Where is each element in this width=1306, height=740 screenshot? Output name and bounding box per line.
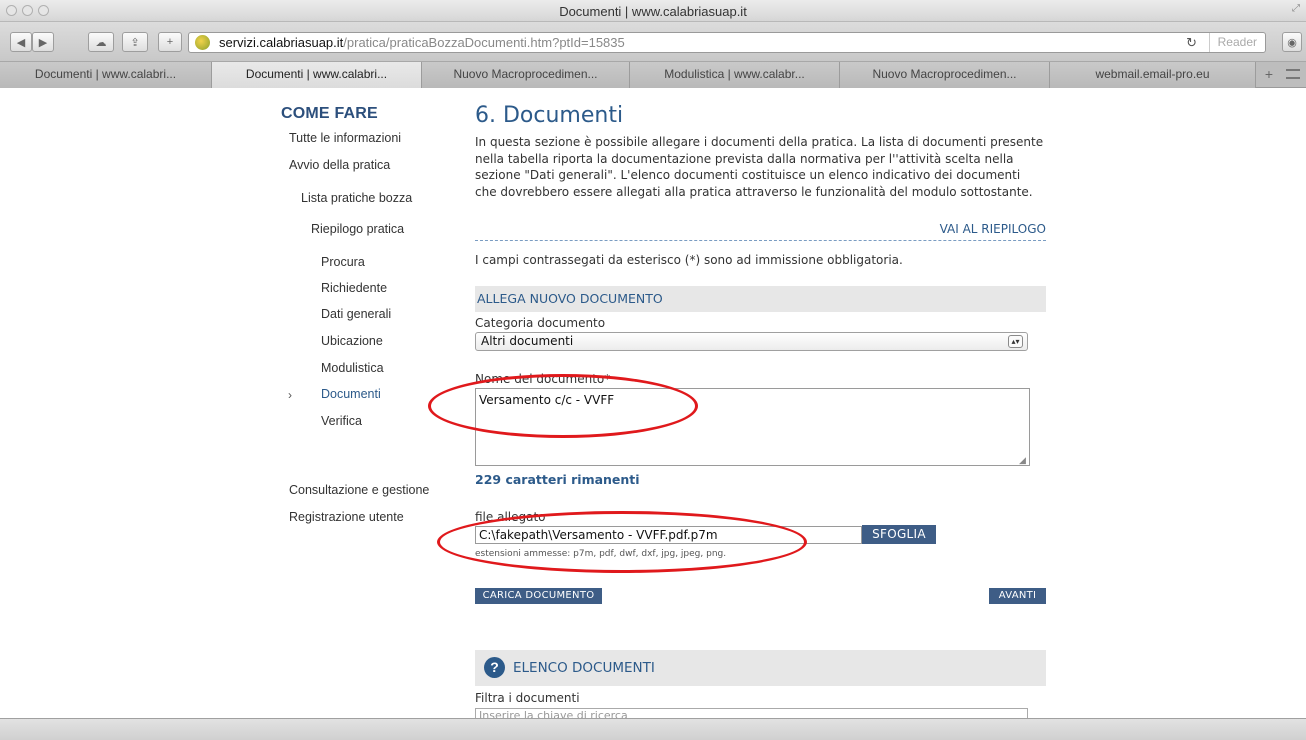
tab-modulistica[interactable]: Modulistica | www.calabr... (630, 62, 840, 88)
allowed-extensions-note: estensioni ammesse: p7m, pdf, dwf, dxf, … (475, 549, 727, 559)
share-button[interactable]: ⇪ (122, 32, 148, 52)
next-button[interactable]: AVANTI (989, 588, 1046, 604)
tab-documenti-2[interactable]: Documenti | www.calabri... (212, 62, 422, 88)
window-title: Documenti | www.calabriasuap.it (559, 4, 747, 19)
upload-document-button[interactable]: CARICA DOCUMENTO (475, 588, 602, 604)
sidebar-item-richiedente[interactable]: Richiedente (321, 281, 387, 295)
sidebar-item-avvio-della-pratica[interactable]: Avvio della pratica (289, 158, 390, 172)
downloads-icon: ◉ (1287, 36, 1297, 49)
add-bookmark-button[interactable]: + (158, 32, 182, 52)
tab-documenti-1[interactable]: Documenti | www.calabri... (0, 62, 212, 88)
sidebar-item-procura[interactable]: Procura (321, 255, 365, 269)
site-favicon-icon (195, 35, 210, 50)
back-arrow-icon: ◀ (16, 36, 26, 49)
required-fields-note: I campi contrassegati da esterisco (*) s… (475, 253, 903, 267)
sidebar-item-ubicazione[interactable]: Ubicazione (321, 334, 383, 348)
sidebar-item-documenti[interactable]: Documenti (321, 387, 381, 401)
browse-button[interactable]: SFOGLIA (862, 525, 936, 544)
document-list-title: ELENCO DOCUMENTI (513, 660, 655, 676)
window-titlebar: Documenti | www.calabriasuap.it ⤢ (0, 0, 1306, 22)
category-label: Categoria documento (475, 316, 606, 330)
file-path-input[interactable]: C:\fakepath\Versamento - VVFF.pdf.p7m (475, 526, 862, 544)
reload-icon[interactable]: ↻ (1186, 33, 1197, 52)
back-button[interactable]: ◀ (10, 32, 32, 52)
sidebar-item-consultazione-e-gestione[interactable]: Consultazione e gestione (289, 483, 429, 497)
forward-arrow-icon: ▶ (38, 36, 48, 49)
sidebar-title: COME FARE (281, 105, 378, 122)
current-item-chevron-icon: › (288, 388, 292, 402)
tab-macroprocedimento-2[interactable]: Nuovo Macroprocedimen... (840, 62, 1050, 88)
sidebar-item-riepilogo-pratica[interactable]: Riepilogo pratica (311, 222, 404, 236)
resize-grip-icon[interactable]: ◢ (1019, 455, 1026, 466)
address-host: servizi.calabriasuap.it (219, 35, 344, 50)
plus-icon: + (166, 36, 174, 48)
sidebar-item-dati-generali[interactable]: Dati generali (321, 307, 391, 321)
document-name-label: Nome del documento* (475, 372, 611, 386)
sidebar-item-modulistica[interactable]: Modulistica (321, 361, 384, 375)
fullscreen-icon[interactable]: ⤢ (1292, 3, 1300, 14)
sidebar-item-tutte-le-informazioni[interactable]: Tutte le informazioni (289, 131, 401, 145)
new-tab-plus-icon[interactable]: + (1256, 62, 1282, 88)
tab-bar: Documenti | www.calabri... Documenti | w… (0, 62, 1306, 88)
question-circle-icon[interactable]: ? (484, 657, 505, 678)
forward-button[interactable]: ▶ (32, 32, 54, 52)
file-attachment-label: file allegato (475, 510, 546, 524)
share-icon: ⇪ (130, 36, 140, 49)
intro-text: In questa sezione è possibile allegare i… (475, 135, 1044, 199)
tab-overview-icon[interactable] (1286, 69, 1300, 79)
sidebar-item-lista-pratiche-bozza[interactable]: Lista pratiche bozza (301, 191, 412, 205)
new-document-section-header: ALLEGA NUOVO DOCUMENTO (475, 286, 1046, 312)
tab-macroprocedimento-1[interactable]: Nuovo Macroprocedimen... (422, 62, 630, 88)
page-title: 6. Documenti (475, 103, 624, 128)
browser-toolbar: ◀ ▶ ☁ ⇪ + servizi.calabriasuap.it/pratic… (0, 22, 1306, 62)
icloud-button[interactable]: ☁ (88, 32, 114, 52)
filter-search-input[interactable]: Inserire la chiave di ricerca (475, 708, 1028, 718)
sidebar-item-verifica[interactable]: Verifica (321, 414, 362, 428)
document-name-textarea[interactable]: Versamento c/c - VVFF (475, 388, 1030, 466)
sidebar-item-registrazione-utente[interactable]: Registrazione utente (289, 510, 404, 524)
downloads-button[interactable]: ◉ (1282, 32, 1302, 52)
status-bar (0, 718, 1306, 740)
category-select[interactable]: Altri documenti ▴▾ (475, 332, 1028, 351)
address-bar[interactable]: servizi.calabriasuap.it/pratica/praticaB… (188, 32, 1266, 53)
page-content: COME FARE Tutte le informazioni Avvio de… (0, 88, 1306, 718)
reader-button[interactable]: Reader (1208, 33, 1257, 52)
summary-link[interactable]: VAI AL RIEPILOGO (940, 222, 1046, 236)
address-path: /pratica/praticaBozzaDocumenti.htm?ptId=… (343, 35, 625, 50)
characters-remaining: 229 caratteri rimanenti (475, 472, 640, 487)
select-arrows-icon: ▴▾ (1008, 335, 1023, 348)
tab-webmail[interactable]: webmail.email-pro.eu (1050, 62, 1256, 88)
cloud-icon: ☁ (95, 36, 107, 49)
category-select-value: Altri documenti (481, 334, 574, 348)
divider (475, 240, 1046, 241)
filter-label: Filtra i documenti (475, 691, 580, 705)
